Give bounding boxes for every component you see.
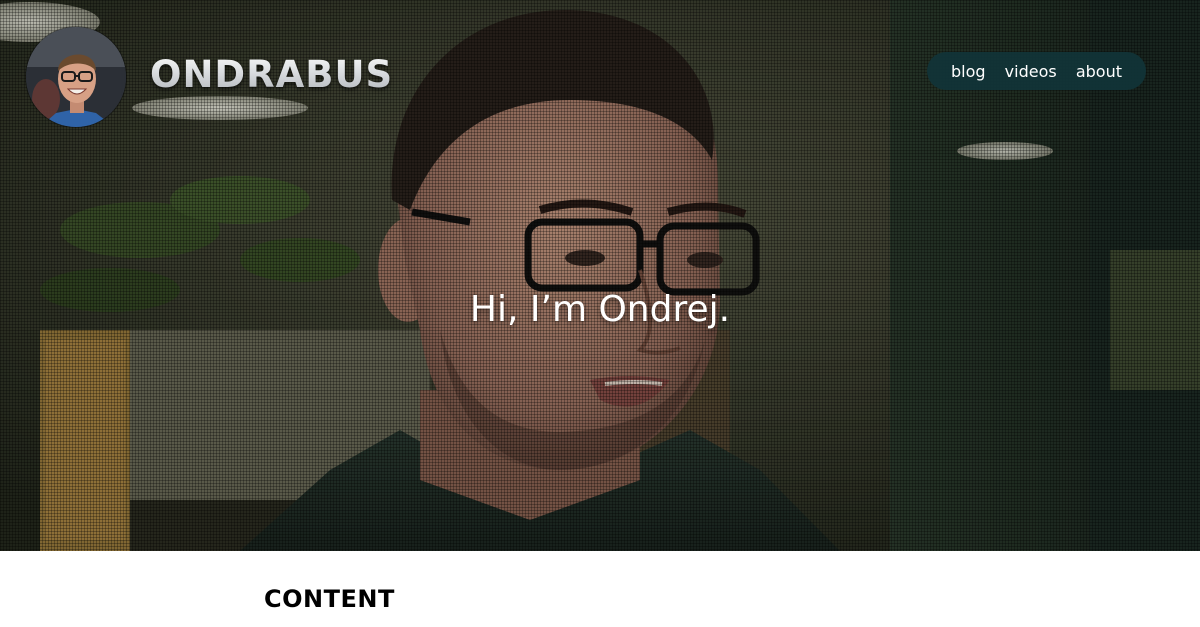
site-logo[interactable]: ONDRABUS [150,50,393,100]
nav-link-blog[interactable]: blog [951,62,986,81]
hero-banner: ONDRABUS blog videos about Hi, I’m Ondre… [0,0,1200,551]
hero-greeting: Hi, I’m Ondrej. [469,289,731,330]
nav-link-videos[interactable]: videos [1005,62,1057,81]
avatar-portrait-icon [26,27,126,127]
avatar[interactable] [26,27,126,127]
main-nav: blog videos about [927,52,1146,90]
hero-greeting-container: Hi, I’m Ondrej. [0,287,1200,333]
content-heading: CONTENT [264,585,395,613]
nav-link-about[interactable]: about [1076,62,1122,81]
